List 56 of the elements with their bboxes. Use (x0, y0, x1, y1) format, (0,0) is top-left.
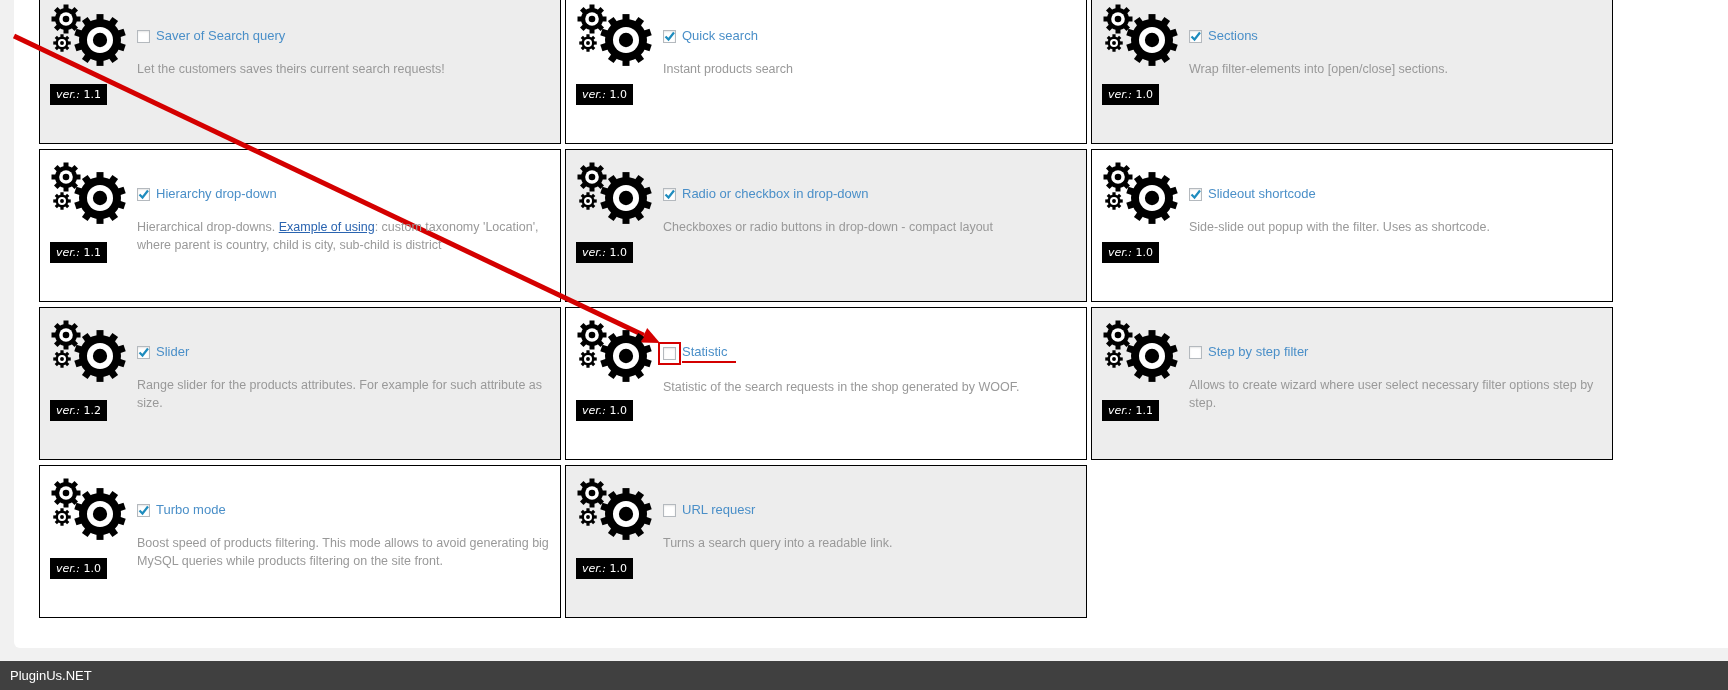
footer-brand[interactable]: PluginUs.NET (10, 668, 92, 683)
gears-icon (50, 477, 126, 541)
extension-title: Radio or checkbox in drop-down (682, 186, 869, 203)
extension-title: Saver of Search query (156, 28, 286, 45)
extension-title: Quick search (682, 28, 758, 45)
checkbox[interactable] (1189, 346, 1202, 359)
extension-description: Checkboxes or radio buttons in drop-down - compact layout (663, 219, 995, 236)
extension-title: Step by step filter (1208, 344, 1309, 361)
extension-title: Sections (1208, 28, 1258, 45)
version-badge: ver.: 1.0 (576, 242, 633, 263)
checkbox[interactable] (663, 347, 676, 360)
checkbox[interactable] (663, 504, 676, 517)
gears-icon (1102, 3, 1178, 67)
version-badge: ver.: 1.0 (50, 558, 107, 579)
gears-icon (50, 3, 126, 67)
version-badge: ver.: 1.0 (576, 84, 633, 105)
extension-title: Slideout shortcode (1208, 186, 1316, 203)
version-badge: ver.: 1.2 (50, 400, 107, 421)
version-badge: ver.: 1.1 (50, 242, 107, 263)
checkbox[interactable] (137, 346, 150, 359)
extension-title: Turbo mode (156, 502, 226, 519)
checkbox[interactable] (663, 30, 676, 43)
gears-icon (576, 319, 652, 383)
extension-description: Statistic of the search requests in the shop generated by WOOF. (663, 379, 1021, 396)
extension-title: Hierarchy drop-down (156, 186, 277, 203)
extension-title: Slider (156, 344, 190, 361)
checkbox[interactable] (1189, 188, 1202, 201)
extension-description: Instant products search (663, 61, 794, 78)
gears-icon (576, 161, 652, 225)
extension-description: Range slider for the products attributes. For example for such attribute as size. (137, 377, 544, 412)
version-badge: ver.: 1.0 (1102, 242, 1159, 263)
gears-icon (50, 319, 126, 383)
example-link[interactable]: Example of using (278, 220, 375, 234)
gears-icon (576, 477, 652, 541)
extension-description: Allows to create wizard where user select necessary filter options step by step. (1189, 377, 1595, 412)
checkbox[interactable] (137, 30, 150, 43)
gears-icon (1102, 161, 1178, 225)
checkbox[interactable] (1189, 30, 1202, 43)
version-badge: ver.: 1.0 (576, 400, 633, 421)
gears-icon (1102, 319, 1178, 383)
gears-icon (576, 3, 652, 67)
extension-description: Turns a search query into a readable link. (663, 535, 894, 552)
extension-description: Let the customers saves theirs current search requests! (137, 61, 446, 78)
checkbox[interactable] (663, 188, 676, 201)
version-badge: ver.: 1.1 (50, 84, 107, 105)
extension-description: Side-slide out popup with the filter. Uses as shortcode. (1189, 219, 1491, 236)
version-badge: ver.: 1.1 (1102, 400, 1159, 421)
version-badge: ver.: 1.0 (576, 558, 633, 579)
gears-icon (50, 161, 126, 225)
extension-description: Wrap filter-elements into [open/close] sections. (1189, 61, 1449, 78)
checkbox[interactable] (137, 504, 150, 517)
checkbox[interactable] (137, 188, 150, 201)
extension-title: URL requesr (682, 502, 756, 519)
extension-title: Statistic (682, 344, 736, 363)
version-badge: ver.: 1.0 (1102, 84, 1159, 105)
extension-description: Boost speed of products filtering. This mode allows to avoid generating big MySQL queries while products filtering on the site front. (137, 535, 550, 570)
